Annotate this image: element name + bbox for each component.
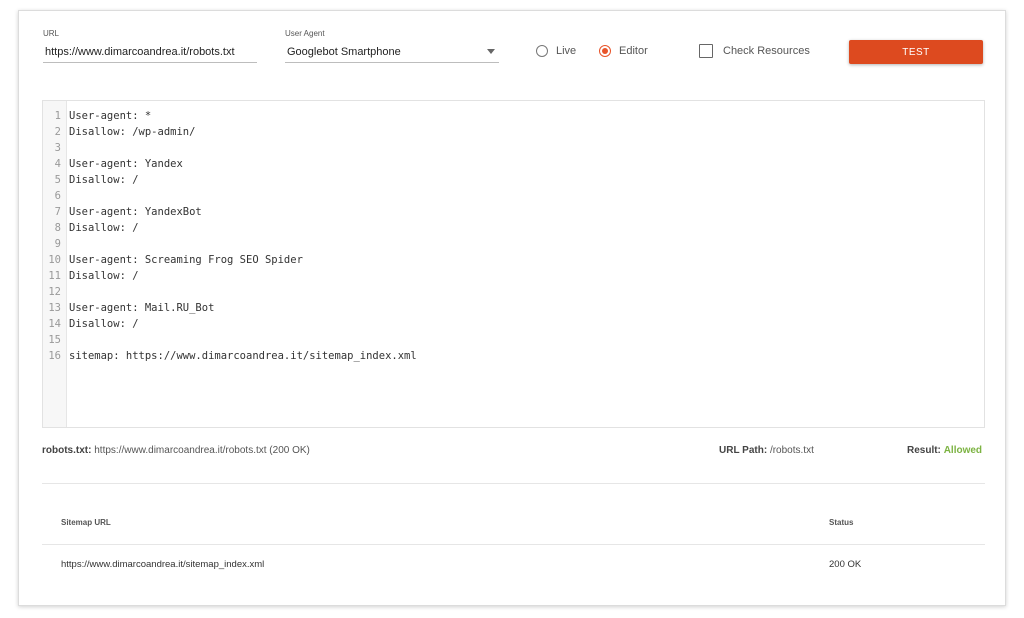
code-line: 8 Disallow: / <box>43 220 139 236</box>
code-line: 5 Disallow: / <box>43 172 139 188</box>
robots-status: robots.txt: https://www.dimarcoandrea.it… <box>42 445 310 456</box>
code-line: 7 User-agent: YandexBot <box>43 204 202 220</box>
line-number: 10 <box>48 254 61 266</box>
line-number: 3 <box>54 142 61 154</box>
code-line: 13 User-agent: Mail.RU_Bot <box>43 300 214 316</box>
line-text: Disallow: /wp-admin/ <box>69 126 196 138</box>
checkbox-icon <box>699 44 713 58</box>
sitemap-row-url[interactable]: https://www.dimarcoandrea.it/sitemap_ind… <box>61 559 264 570</box>
line-number: 6 <box>54 190 61 202</box>
url-path: URL Path: /robots.txt <box>719 445 814 456</box>
line-text: Disallow: / <box>69 270 139 282</box>
table-header-divider <box>42 544 985 545</box>
code-line: 12 <box>43 284 69 300</box>
line-text: User-agent: Mail.RU_Bot <box>69 302 215 314</box>
user-agent-select[interactable]: Googlebot Smartphone <box>285 41 499 63</box>
robots-status-label: robots.txt: <box>42 445 92 456</box>
line-number: 2 <box>54 126 61 138</box>
line-number: 14 <box>48 318 61 330</box>
url-input[interactable] <box>43 41 257 63</box>
test-result-label: Result: <box>907 445 941 456</box>
robots-status-value: https://www.dimarcoandrea.it/robots.txt … <box>94 445 310 456</box>
user-agent-label: User Agent <box>285 29 325 38</box>
url-path-label: URL Path: <box>719 445 768 456</box>
sitemap-status-header: Status <box>829 518 854 527</box>
code-line: 14 Disallow: / <box>43 316 139 332</box>
line-text: Disallow: / <box>69 174 139 186</box>
user-agent-value: Googlebot Smartphone <box>287 45 401 58</box>
test-result-value: Allowed <box>943 445 983 456</box>
robots-tester-panel: URL User Agent Googlebot Smartphone Live… <box>18 10 1006 606</box>
line-number: 7 <box>54 206 61 218</box>
test-result: Result: Allowed <box>907 445 982 456</box>
line-number: 15 <box>48 334 61 346</box>
code-line: 16 sitemap: https://www.dimarcoandrea.it/… <box>43 348 417 364</box>
chevron-down-icon <box>487 49 495 54</box>
mode-live-radio[interactable]: Live <box>536 45 576 57</box>
code-line: 10 User-agent: Screaming Frog SEO Spider <box>43 252 303 268</box>
line-text: User-agent: * <box>69 110 152 122</box>
line-text: User-agent: Screaming Frog SEO Spider <box>69 254 303 266</box>
code-line: 3 <box>43 140 69 156</box>
code-line: 4 User-agent: Yandex <box>43 156 183 172</box>
mode-editor-label: Editor <box>619 45 648 57</box>
line-number: 8 <box>54 222 61 234</box>
url-path-value: /robots.txt <box>769 445 814 456</box>
line-text: sitemap: https://www.dimarcoandrea.it/si… <box>69 350 417 362</box>
sitemap-url-header: Sitemap URL <box>61 518 111 527</box>
line-number: 4 <box>54 158 61 170</box>
robots-editor[interactable]: 1 User-agent: * 2 Disallow: /wp-admin/3 4 Use… <box>42 100 985 428</box>
line-text: Disallow: / <box>69 318 139 330</box>
radio-checked-icon <box>599 45 611 57</box>
code-line: 6 <box>43 188 69 204</box>
code-line: 2 Disallow: /wp-admin/ <box>43 124 196 140</box>
code-line: 9 <box>43 236 69 252</box>
line-number: 5 <box>54 174 61 186</box>
line-text: User-agent: Yandex <box>69 158 183 170</box>
check-resources-checkbox[interactable]: Check Resources <box>699 44 810 58</box>
code-line: 15 <box>43 332 69 348</box>
mode-editor-radio[interactable]: Editor <box>599 45 648 57</box>
line-number: 13 <box>48 302 61 314</box>
url-label: URL <box>43 29 60 38</box>
check-resources-label: Check Resources <box>723 45 810 57</box>
line-number: 1 <box>54 110 61 122</box>
line-text: Disallow: / <box>69 222 139 234</box>
code-line: 1 User-agent: * <box>43 108 152 124</box>
line-number: 11 <box>48 270 61 282</box>
line-number: 9 <box>54 238 61 250</box>
section-divider <box>42 483 985 484</box>
mode-live-label: Live <box>556 45 577 57</box>
line-text: User-agent: YandexBot <box>69 206 202 218</box>
line-number: 12 <box>48 286 61 298</box>
test-button[interactable]: TEST <box>849 40 983 64</box>
sitemap-row-status: 200 OK <box>829 559 862 570</box>
radio-unchecked-icon <box>536 45 548 57</box>
line-number: 16 <box>48 350 61 362</box>
code-line: 11 Disallow: / <box>43 268 139 284</box>
